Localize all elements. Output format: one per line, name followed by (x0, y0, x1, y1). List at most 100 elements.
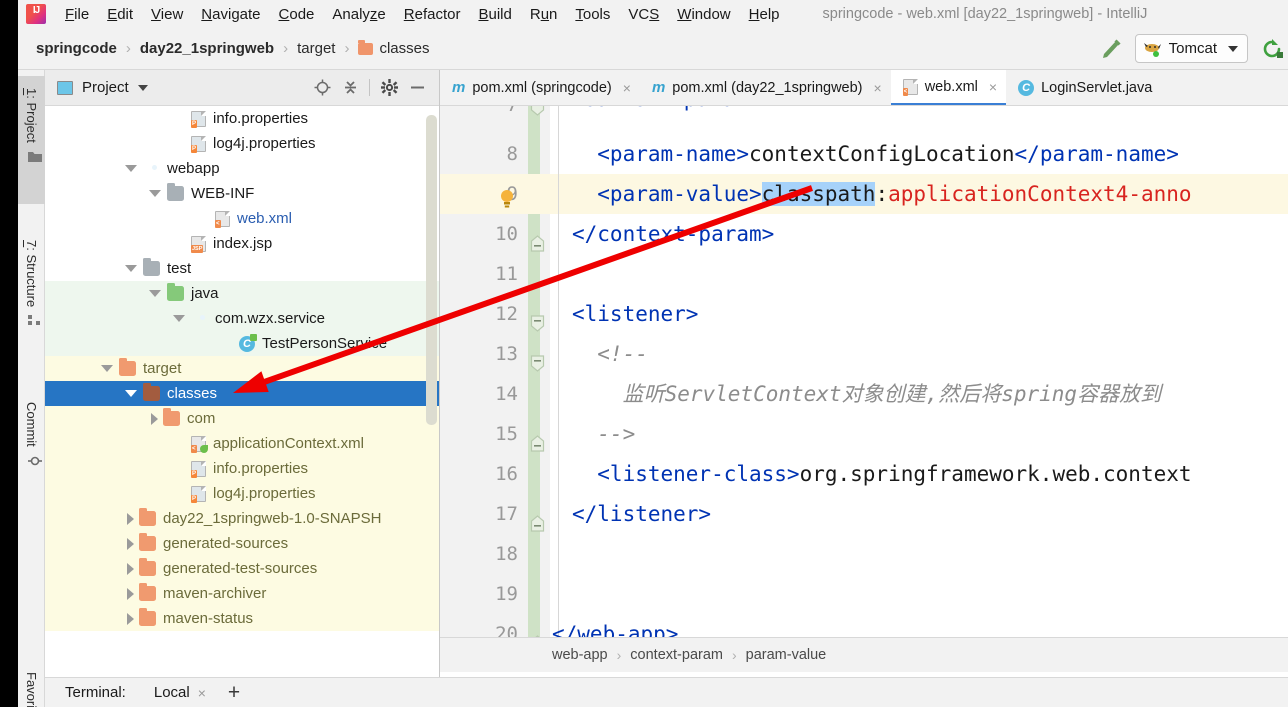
tree-node[interactable]: Pinfo.properties (45, 106, 439, 131)
menu-item-vcs[interactable]: VCS (619, 4, 668, 25)
intention-bulb-icon[interactable] (498, 183, 516, 208)
tree-node[interactable]: maven-archiver (45, 581, 439, 606)
breadcrumb-item-classes[interactable]: classes (358, 39, 429, 57)
tree-node[interactable]: Plog4j.properties (45, 481, 439, 506)
fold-start-icon[interactable] (530, 345, 545, 372)
tree-node[interactable]: webapp (45, 156, 439, 181)
chevron-right-icon[interactable] (127, 537, 134, 550)
editor-tab-pom-xml-springcode-[interactable]: m pom.xml (springcode) × (440, 70, 640, 105)
code-token: <listener-class> (572, 462, 800, 486)
code-token: <context-param> (570, 106, 760, 111)
tree-node[interactable]: com.wzx.service (45, 306, 439, 331)
fold-end-icon[interactable] (530, 505, 545, 532)
fold-end-icon[interactable] (530, 225, 545, 252)
tree-node[interactable]: Plog4j.properties (45, 131, 439, 156)
breadcrumb-item-springcode[interactable]: springcode (36, 40, 117, 57)
locate-icon[interactable] (308, 74, 336, 102)
tree-node[interactable]: test (45, 256, 439, 281)
tree-node[interactable]: classes (45, 381, 439, 406)
editor-breadcrumb-item-web-app[interactable]: web-app (552, 647, 608, 663)
chevron-down-icon[interactable] (173, 315, 185, 322)
fold-end-icon[interactable] (530, 425, 545, 452)
sidebar-item-structure[interactable]: 7: Structure (18, 228, 45, 368)
menu-item-build[interactable]: Build (469, 4, 520, 25)
menu-item-file[interactable]: File (56, 4, 98, 25)
tree-node[interactable]: < web.xml (45, 206, 439, 231)
chevron-right-icon[interactable] (127, 587, 134, 600)
tree-node-label: java (191, 285, 219, 302)
menu-item-run[interactable]: Run (521, 4, 567, 25)
breadcrumb-item-day22-1springweb[interactable]: day22_1springweb (140, 40, 274, 57)
close-icon[interactable]: × (989, 79, 997, 95)
chevron-down-icon[interactable] (125, 165, 137, 172)
folder-icon (139, 607, 156, 626)
tree-node[interactable]: com (45, 406, 439, 431)
project-tree[interactable]: Pinfo.properties Plog4j.properties webapp W… (45, 106, 439, 677)
close-icon[interactable]: × (623, 80, 631, 96)
hide-icon[interactable] (403, 74, 431, 102)
tree-node[interactable]: target (45, 356, 439, 381)
chevron-down-icon[interactable] (101, 365, 113, 372)
editor-tab-web-xml[interactable]: < web.xml × (890, 70, 1007, 105)
tree-node[interactable]: generated-sources (45, 531, 439, 556)
close-icon[interactable]: × (874, 80, 882, 96)
menu-item-help[interactable]: Help (740, 4, 789, 25)
chevron-down-icon[interactable] (125, 390, 137, 397)
chevron-right-icon[interactable] (127, 612, 134, 625)
tree-node[interactable]: generated-test-sources (45, 556, 439, 581)
editor-breadcrumb-item-context-param[interactable]: context-param (630, 647, 723, 663)
tree-node[interactable]: JSP index.jsp (45, 231, 439, 256)
menu-item-refactor[interactable]: Refactor (395, 4, 470, 25)
project-tree-scrollbar[interactable] (426, 115, 437, 425)
close-icon[interactable]: × (198, 685, 206, 701)
chevron-down-icon[interactable] (125, 265, 137, 272)
menu-item-view[interactable]: View (142, 4, 192, 25)
chevron-right-icon[interactable] (127, 562, 134, 575)
chevron-down-icon[interactable] (149, 290, 161, 297)
run-configuration-selector[interactable]: Tomcat (1134, 34, 1248, 63)
menu-item-window[interactable]: Window (668, 4, 739, 25)
intellij-idea-window: FileEditViewNavigateCodeAnalyzeRefactorB… (0, 0, 1288, 707)
terminal-tab-label: Local (153, 684, 190, 701)
indent-guide (558, 294, 559, 334)
chevron-down-icon[interactable] (137, 84, 148, 91)
chevron-down-icon[interactable] (1228, 45, 1238, 52)
tree-node[interactable]: day22_1springweb-1.0-SNAPSH (45, 506, 439, 531)
gear-icon[interactable] (375, 74, 403, 102)
code-editor[interactable]: 7 <context-param> 8 <param-name>contextCon… (440, 106, 1288, 672)
add-terminal-tab-button[interactable]: + (228, 682, 240, 703)
editor-tab-pom-xml-day22-1springweb-[interactable]: m pom.xml (day22_1springweb) × (640, 70, 891, 105)
menu-item-tools[interactable]: Tools (566, 4, 619, 25)
breadcrumb-item-target[interactable]: target (297, 40, 335, 57)
stripe-label-commit: Commit (24, 402, 39, 447)
fold-start-icon[interactable] (530, 305, 545, 332)
chevron-right-icon[interactable] (127, 512, 134, 525)
tree-node[interactable]: maven-status (45, 606, 439, 631)
terminal-tab-local[interactable]: Local × (150, 681, 210, 704)
menu-item-analyze[interactable]: Analyze (323, 4, 394, 25)
tree-node[interactable]: WEB-INF (45, 181, 439, 206)
menu-item-edit[interactable]: Edit (98, 4, 142, 25)
tree-node-label: web.xml (237, 210, 293, 227)
tree-node[interactable]: < applicationContext.xml (45, 431, 439, 456)
editor-tab-loginservlet-java[interactable]: C LoginServlet.java (1006, 70, 1161, 105)
tree-node[interactable]: Pinfo.properties (45, 456, 439, 481)
sidebar-item-commit[interactable]: Commit (18, 390, 45, 506)
code-content[interactable]: 7 <context-param> 8 <param-name>contextCon… (440, 106, 1288, 654)
chevron-down-icon[interactable] (149, 190, 161, 197)
collapse-all-icon[interactable] (336, 74, 364, 102)
sidebar-item-project[interactable]: 1: Project (18, 76, 45, 204)
tree-node-label: com (187, 410, 216, 427)
menu-item-navigate[interactable]: Navigate (192, 4, 269, 25)
sidebar-item-favorites[interactable]: Favorites (18, 660, 45, 707)
tree-node[interactable]: java (45, 281, 439, 306)
build-hammer-icon[interactable] (1097, 36, 1123, 62)
chevron-right-icon[interactable] (151, 412, 158, 425)
rerun-icon[interactable] (1260, 37, 1284, 61)
code-text: <param-name>contextConfigLocation</param… (572, 134, 1179, 174)
editor-breadcrumb-item-param-value[interactable]: param-value (746, 647, 827, 663)
commit-icon (27, 454, 42, 471)
tree-node[interactable]: C TestPersonService (45, 331, 439, 356)
fold-start-icon[interactable] (530, 106, 545, 116)
menu-item-code[interactable]: Code (270, 4, 324, 25)
